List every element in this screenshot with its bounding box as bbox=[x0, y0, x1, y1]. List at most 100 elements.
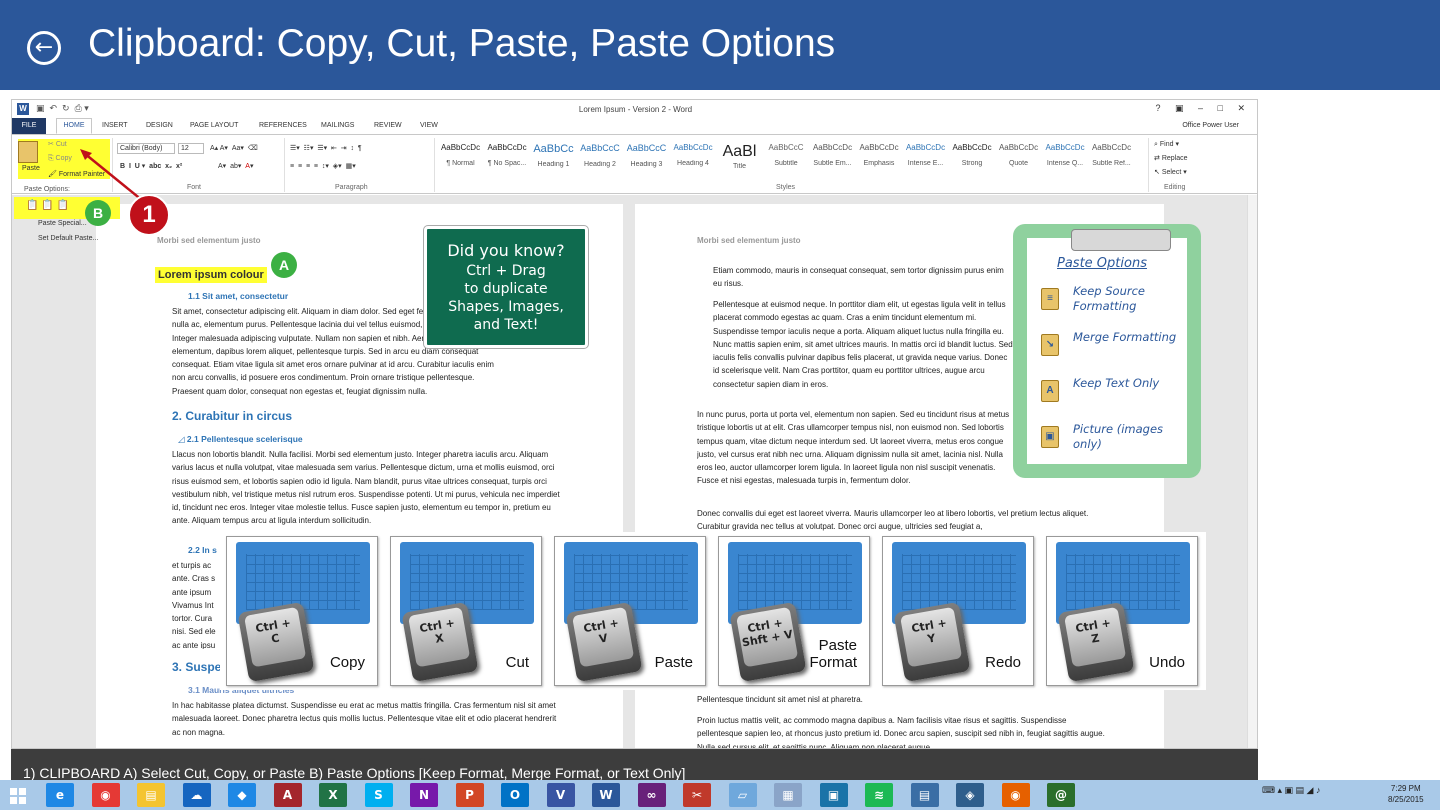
tab-home[interactable]: HOME bbox=[56, 118, 92, 134]
taskbar-app-notepad-icon[interactable]: ▦ bbox=[774, 783, 802, 807]
windows-taskbar: ⌨ ▴ ▣ ▤ ◢ ♪ 7:29 PM 8/25/2015 e ◉ ▤ ☁ ◆ A X S N P… bbox=[0, 780, 1440, 810]
taskbar-app-outlook-icon[interactable]: O bbox=[501, 783, 529, 807]
style-name: Intense E... bbox=[907, 160, 944, 167]
cut-button[interactable]: ✂ Cut bbox=[48, 140, 67, 148]
brush-icon: 🖌 bbox=[48, 171, 59, 178]
list-buttons[interactable]: ☰▾ ☷▾ ☰▾ ⇤ ⇥ ↕ ¶ bbox=[290, 144, 362, 152]
taskbar-app-snipping-tool-icon[interactable]: ✂ bbox=[683, 783, 711, 807]
taskbar-app-word-icon[interactable]: W bbox=[592, 783, 620, 807]
align-buttons[interactable]: ≡ ≡ ≡ ≡ ↕▾ ◈▾ ▦▾ bbox=[290, 162, 356, 170]
style-item[interactable]: AaBbCcC Heading 3 bbox=[624, 140, 669, 176]
taskbar-app-onedrive-icon[interactable]: ☁ bbox=[182, 783, 211, 807]
styles-group-label: Styles bbox=[776, 184, 796, 191]
style-name: Subtitle bbox=[774, 160, 798, 167]
tab-insert[interactable]: INSERT bbox=[102, 122, 128, 129]
taskbar-app-visual-studio-icon[interactable]: ∞ bbox=[637, 783, 666, 807]
clock[interactable]: 7:29 PM 8/25/2015 bbox=[1388, 783, 1424, 805]
taskbar-app-visio-icon[interactable]: V bbox=[546, 783, 575, 807]
user-name[interactable]: Office Power User bbox=[1182, 122, 1239, 129]
taskbar-app-files-icon[interactable]: ▱ bbox=[728, 783, 757, 807]
callout-1: 1 bbox=[128, 194, 170, 236]
paste-special-item[interactable]: Paste Special... bbox=[38, 220, 87, 227]
style-sample: AaBbCcDc bbox=[998, 143, 1039, 152]
style-item[interactable]: AaBbCcDc Strong bbox=[950, 140, 995, 176]
paste-button[interactable]: Paste bbox=[22, 165, 40, 172]
style-name: ¶ Normal bbox=[446, 160, 475, 167]
style-name: Subtle Em... bbox=[813, 160, 852, 167]
shortcut-keys: Ctrl + Y bbox=[900, 606, 963, 668]
app-header: ← Clipboard: Copy, Cut, Paste, Paste Opt… bbox=[0, 0, 1440, 90]
style-sample: AaBbCcDc bbox=[440, 143, 481, 152]
style-item[interactable]: AaBbCcDc ¶ Normal bbox=[438, 140, 483, 176]
clipboard-clip-icon bbox=[1071, 229, 1171, 251]
taskbar-app-powerpoint-icon[interactable]: P bbox=[455, 783, 484, 807]
paste-icon[interactable] bbox=[18, 141, 38, 163]
system-tray[interactable]: ⌨ ▴ ▣ ▤ ◢ ♪ bbox=[1262, 785, 1320, 796]
taskbar-app-network-icon[interactable]: ◈ bbox=[956, 783, 984, 807]
taskbar-app-excel-icon[interactable]: X bbox=[319, 783, 347, 807]
find-button[interactable]: ⌕ Find ▾ bbox=[1154, 140, 1179, 149]
window-controls[interactable]: ? ▣ – □ ✕ bbox=[1156, 103, 1252, 114]
tab-mailings[interactable]: MAILINGS bbox=[321, 122, 354, 129]
copy-button[interactable]: ⎘ Copy bbox=[48, 155, 72, 163]
font-color-buttons[interactable]: A▾ ab▾ A▾ bbox=[218, 162, 253, 170]
shortcut-keys: Ctrl + Z bbox=[1064, 606, 1127, 668]
paste-options-label: Paste Options: bbox=[24, 186, 70, 193]
taskbar-app-explorer-icon[interactable]: ▤ bbox=[137, 783, 165, 807]
paste-option-keep-source: ≡ Keep Source Formatting bbox=[1037, 284, 1187, 324]
style-item[interactable]: AaBbCcC Heading 2 bbox=[578, 140, 623, 176]
style-sample: AaBbCcDc bbox=[905, 143, 946, 152]
tab-page-layout[interactable]: PAGE LAYOUT bbox=[190, 122, 238, 129]
tab-references[interactable]: REFERENCES bbox=[259, 122, 307, 129]
paragraph: et turpis ac ante. Cras s ante ipsum Viv… bbox=[172, 561, 216, 649]
style-name: Emphasis bbox=[863, 160, 895, 167]
taskbar-app-dropbox-icon[interactable]: ◆ bbox=[228, 783, 256, 807]
taskbar-app-spotify-icon[interactable]: ≋ bbox=[865, 783, 893, 807]
tab-view[interactable]: VIEW bbox=[420, 122, 438, 129]
style-item[interactable]: AaBl Title bbox=[717, 140, 762, 176]
style-item[interactable]: AaBbCcDc Emphasis bbox=[857, 140, 902, 176]
select-button[interactable]: ↖ Select ▾ bbox=[1154, 168, 1187, 176]
style-item[interactable]: AaBbCcDc Quote bbox=[996, 140, 1041, 176]
style-item[interactable]: AaBbCcDc Heading 4 bbox=[671, 140, 716, 176]
set-default-paste-item[interactable]: Set Default Paste... bbox=[38, 235, 98, 242]
windows-start-icon[interactable] bbox=[10, 788, 26, 804]
taskbar-app-skype-icon[interactable]: S bbox=[364, 783, 393, 807]
clipboard-icon: ≡ bbox=[1041, 288, 1059, 310]
did-you-know-title: Did you know? bbox=[447, 241, 565, 260]
tab-review[interactable]: REVIEW bbox=[374, 122, 402, 129]
shortcut-label: Copy bbox=[329, 654, 365, 671]
taskbar-app-ie-icon[interactable]: e bbox=[46, 783, 74, 807]
font-size-select[interactable]: 12 bbox=[178, 143, 204, 154]
key-icon: Ctrl + C bbox=[237, 601, 315, 683]
tab-file[interactable]: FILE bbox=[12, 118, 46, 134]
taskbar-app-access-icon[interactable]: A bbox=[273, 783, 302, 807]
shortcut-keys: Ctrl + Shft + V bbox=[736, 606, 799, 668]
paste-option-icons[interactable]: 📋 📋 📋 bbox=[26, 200, 69, 211]
replace-button[interactable]: ⇄ Replace bbox=[1154, 154, 1188, 162]
taskbar-app-chrome-icon[interactable]: ◉ bbox=[91, 783, 120, 807]
taskbar-app-remote-icon[interactable]: ▤ bbox=[910, 783, 939, 807]
style-item[interactable]: AaBbCcDc Subtle Ref... bbox=[1089, 140, 1134, 176]
style-item[interactable]: AaBbCcDc Subtle Em... bbox=[810, 140, 855, 176]
style-sample: AaBbCcDc bbox=[859, 143, 899, 152]
style-item[interactable]: AaBbCcDc Intense E... bbox=[903, 140, 948, 176]
style-item[interactable]: AaBbCc Heading 1 bbox=[531, 140, 576, 176]
style-sample: AaBbCcDc bbox=[673, 143, 713, 152]
style-item[interactable]: AaBbCcDc ¶ No Spac... bbox=[485, 140, 530, 176]
font-size-buttons[interactable]: A▴ A▾ Aa▾ ⌫ bbox=[210, 144, 258, 152]
style-item[interactable]: AaBbCcDc Intense Q... bbox=[1043, 140, 1088, 176]
style-sample: AaBbCc bbox=[533, 143, 574, 155]
taskbar-app-active-app-icon[interactable]: @ bbox=[1047, 783, 1075, 807]
taskbar-app-firefox-icon[interactable]: ◉ bbox=[1001, 783, 1030, 807]
vertical-scrollbar[interactable] bbox=[1247, 195, 1257, 748]
taskbar-app-store-icon[interactable]: ▣ bbox=[819, 783, 848, 807]
style-item[interactable]: AaBbCcC Subtitle bbox=[764, 140, 809, 176]
ribbon: Paste ✂ Cut ⎘ Copy 🖌 Format Painter Cali… bbox=[12, 134, 1257, 194]
tab-design[interactable]: DESIGN bbox=[146, 122, 173, 129]
callout-a: A bbox=[271, 252, 297, 278]
back-arrow-icon[interactable]: ← bbox=[27, 31, 61, 65]
shortcut-keys: Ctrl + V bbox=[572, 606, 635, 668]
taskbar-app-onenote-icon[interactable]: N bbox=[410, 783, 438, 807]
key-icon: Ctrl + Y bbox=[893, 601, 971, 683]
